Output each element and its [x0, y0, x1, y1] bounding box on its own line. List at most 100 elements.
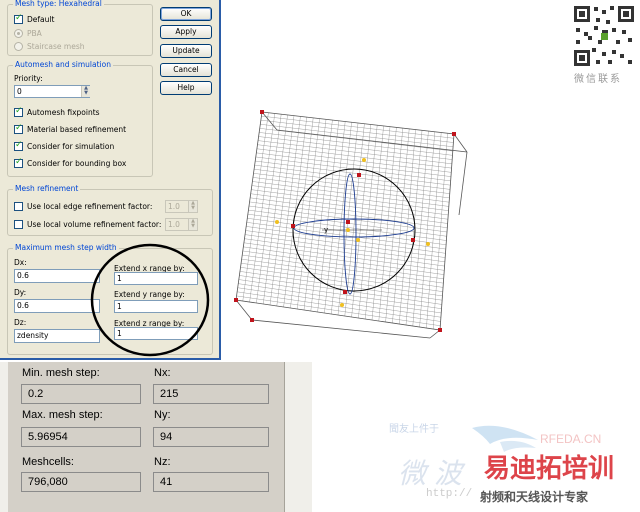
mesh-type-title: Mesh type: Hexahedral — [13, 0, 104, 8]
apply-button[interactable]: Apply — [160, 25, 212, 39]
node-red — [234, 298, 238, 302]
min-step-label: Min. mesh step: — [22, 367, 100, 379]
mesh-line — [256, 114, 282, 304]
mesh-line — [419, 131, 435, 328]
fixpoints-checkbox[interactable] — [14, 106, 23, 117]
mesh-line — [276, 116, 301, 307]
priority-spinner[interactable]: ▲ ▼ — [81, 86, 90, 97]
consider-simulation-label: Consider for simulation — [27, 142, 115, 151]
pba-radio[interactable] — [14, 29, 23, 38]
min-step-value: 0.2 — [21, 384, 141, 404]
material-refinement-checkbox[interactable] — [14, 123, 23, 134]
axis-label: y — [324, 226, 328, 234]
mesh-line — [324, 121, 346, 314]
qr-code-icon — [572, 4, 636, 68]
ny-label: Ny: — [154, 409, 171, 421]
dz-value: zdensity — [17, 331, 49, 340]
mesh-line — [263, 114, 288, 305]
nx-value: 215 — [153, 384, 269, 404]
node-red — [357, 173, 361, 177]
mesh-type-group: Mesh type: Hexahedral Default PBA Stairc… — [7, 0, 153, 56]
mesh-line — [317, 120, 339, 313]
node-red — [250, 318, 254, 322]
highlight-ellipse — [90, 243, 210, 357]
priority-label: Priority: — [14, 74, 43, 83]
ok-button[interactable]: OK — [160, 7, 212, 21]
mesh-line — [392, 128, 410, 324]
nz-value: 41 — [153, 472, 269, 492]
local-volume-checkbox[interactable] — [14, 220, 23, 229]
update-button[interactable]: Update — [160, 44, 212, 58]
staircase-radio[interactable] — [14, 42, 23, 51]
meshcells-value: 796,080 — [21, 472, 141, 492]
material-refinement-label: Material based refinement — [27, 125, 127, 134]
consider-bounding-checkbox[interactable] — [14, 157, 23, 168]
default-checkbox[interactable] — [14, 13, 23, 24]
mesh-line — [290, 117, 314, 309]
node-red — [438, 328, 442, 332]
mesh-line — [297, 118, 320, 310]
qr-wechat-logo — [601, 33, 608, 40]
node-red — [291, 224, 295, 228]
ny-value: 94 — [153, 427, 269, 447]
watermark-faint-text: 微波 — [398, 457, 471, 490]
mesh-3d-viewport[interactable]: y — [222, 100, 482, 345]
mesh-line — [378, 127, 397, 322]
consider-bounding-label: Consider for bounding box — [27, 159, 127, 168]
priority-value: 0 — [17, 87, 22, 96]
mesh-statistics-panel: Min. mesh step: 0.2 Max. mesh step: 5.96… — [0, 362, 312, 512]
mesh-grid — [236, 112, 454, 330]
watermark-faint-small: 聞友上件于 — [389, 424, 439, 435]
staircase-label: Staircase mesh — [27, 42, 85, 51]
node-yellow — [362, 158, 366, 162]
node-yellow — [275, 220, 279, 224]
local-edge-checkbox[interactable] — [14, 202, 23, 211]
equator-ellipse — [293, 218, 415, 238]
dx-value: 0.6 — [17, 271, 29, 280]
mesh-refinement-title: Mesh refinement — [13, 184, 81, 193]
max-step-label: Max. mesh step: — [22, 409, 103, 421]
local-edge-spinner[interactable]: ▲ ▼ — [188, 201, 197, 212]
dy-label: Dy: — [14, 288, 27, 297]
mesh-refinement-group: Mesh refinement Use local edge refinemen… — [7, 184, 213, 236]
mesh-line — [426, 132, 442, 329]
dz-label: Dz: — [14, 318, 27, 327]
dx-label: Dx: — [14, 258, 27, 267]
watermark-site: RFEDA.CN — [540, 432, 602, 446]
mesh-line — [310, 120, 333, 312]
consider-simulation-checkbox[interactable] — [14, 140, 23, 151]
meridian-ellipse — [343, 173, 357, 295]
local-volume-spinner[interactable]: ▲ ▼ — [188, 219, 197, 230]
default-label: Default — [27, 15, 55, 24]
node-yellow — [426, 242, 430, 246]
mesh-line — [303, 119, 327, 311]
qr-caption: 微信联系 — [574, 74, 622, 85]
max-step-value: 5.96954 — [21, 427, 141, 447]
local-volume-value: 1.0 — [168, 220, 180, 229]
mesh-line — [269, 115, 295, 306]
mesh-line — [331, 122, 352, 315]
mesh-line — [249, 113, 275, 303]
nx-label: Nx: — [154, 367, 171, 379]
mesh-line — [385, 128, 403, 323]
node-yellow — [356, 238, 360, 242]
mesh-line — [371, 126, 391, 321]
local-volume-label: Use local volume refinement factor: — [27, 220, 162, 229]
node-red — [411, 238, 415, 242]
node-red — [346, 220, 350, 224]
node-red — [452, 132, 456, 136]
cancel-button[interactable]: Cancel — [160, 63, 212, 77]
priority-input[interactable]: 0 — [14, 85, 90, 98]
fixpoints-label: Automesh fixpoints — [27, 108, 100, 117]
help-button[interactable]: Help — [160, 81, 212, 95]
dy-value: 0.6 — [17, 301, 29, 310]
automesh-group: Automesh and simulation Priority: 0 ▲▼ A… — [7, 60, 153, 177]
watermark-tagline: 射频和天线设计专家 — [480, 490, 589, 504]
node-yellow — [340, 303, 344, 307]
watermark-brand: 易迪拓培训 — [484, 454, 615, 484]
watermark-url: http:// — [426, 488, 473, 500]
node-red — [343, 290, 347, 294]
pba-label: PBA — [27, 29, 42, 38]
local-edge-value: 1.0 — [168, 202, 180, 211]
mesh-line — [242, 112, 269, 302]
